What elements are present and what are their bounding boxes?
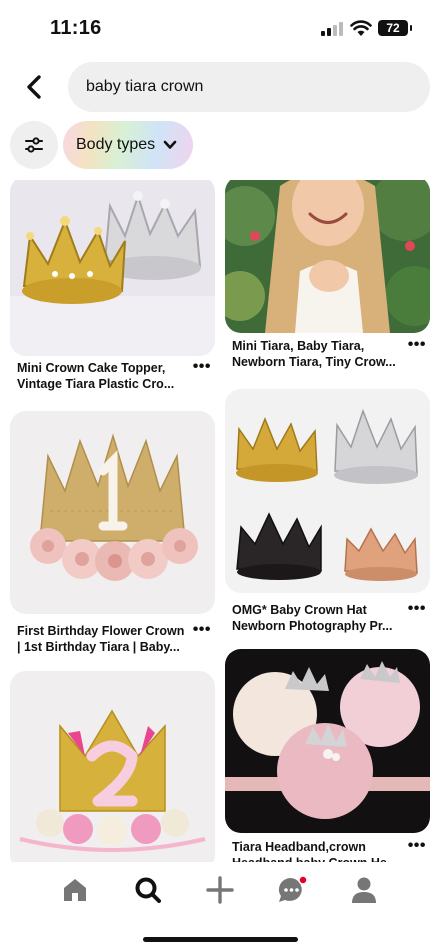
battery-icon: 72 bbox=[378, 20, 412, 36]
more-options-button[interactable]: ••• bbox=[193, 621, 211, 639]
profile-icon bbox=[352, 877, 376, 903]
pin-title: Mini Crown Cake Topper, Vintage Tiara Pl… bbox=[17, 361, 175, 391]
plus-icon bbox=[206, 876, 234, 904]
pin-image bbox=[10, 411, 215, 614]
nav-profile[interactable] bbox=[346, 872, 382, 908]
pin-card[interactable] bbox=[10, 671, 215, 862]
pin-image bbox=[225, 389, 430, 593]
more-options-button[interactable]: ••• bbox=[408, 600, 426, 618]
back-button[interactable] bbox=[18, 70, 50, 104]
pin-image bbox=[10, 671, 215, 862]
pin-feed: Mini Crown Cake Topper, Vintage Tiara Pl… bbox=[0, 180, 440, 862]
wifi-icon bbox=[350, 20, 372, 36]
nav-messages[interactable] bbox=[274, 872, 310, 908]
pin-title: First Birthday Flower Crown | 1st Birthd… bbox=[17, 624, 185, 654]
chevron-left-icon bbox=[27, 75, 41, 99]
chip-label: Body types bbox=[76, 136, 156, 153]
pin-card[interactable]: Mini Crown Cake Topper, Vintage Tiara Pl… bbox=[10, 180, 215, 406]
pin-image bbox=[225, 180, 430, 333]
chevron-down-icon bbox=[163, 140, 177, 149]
more-options-button[interactable]: ••• bbox=[193, 358, 211, 376]
search-bar[interactable] bbox=[68, 62, 430, 112]
more-options-button[interactable]: ••• bbox=[408, 336, 426, 354]
pin-title: Mini Tiara, Baby Tiara, Newborn Tiara, T… bbox=[232, 339, 396, 369]
status-bar: 11:16 72 bbox=[0, 0, 440, 56]
pin-card[interactable]: Tiara Headband,crown Headband,baby Crown… bbox=[225, 649, 430, 862]
chat-icon bbox=[278, 875, 308, 902]
filter-button[interactable] bbox=[10, 121, 58, 169]
sliders-icon bbox=[25, 137, 43, 153]
pin-card[interactable]: First Birthday Flower Crown | 1st Birthd… bbox=[10, 411, 215, 656]
home-indicator bbox=[143, 937, 298, 942]
search-input[interactable] bbox=[86, 78, 406, 96]
body-types-filter-chip[interactable]: Body types bbox=[63, 121, 193, 169]
nav-home[interactable] bbox=[57, 872, 93, 908]
pin-card[interactable]: OMG* Baby Crown Hat Newborn Photography … bbox=[225, 389, 430, 634]
cellular-signal-icon bbox=[321, 22, 345, 36]
search-icon bbox=[135, 877, 161, 903]
pin-title: OMG* Baby Crown Hat Newborn Photography … bbox=[232, 603, 393, 633]
nav-create[interactable] bbox=[202, 872, 238, 908]
pin-card[interactable]: Mini Tiara, Baby Tiara, Newborn Tiara, T… bbox=[225, 180, 430, 376]
pin-image bbox=[225, 649, 430, 833]
home-icon bbox=[64, 879, 86, 901]
pin-title: Tiara Headband,crown Headband,baby Crown… bbox=[232, 840, 397, 862]
more-options-button[interactable]: ••• bbox=[408, 837, 426, 855]
status-time: 11:16 bbox=[50, 17, 102, 39]
nav-search[interactable] bbox=[130, 872, 166, 908]
pin-image bbox=[10, 180, 215, 356]
